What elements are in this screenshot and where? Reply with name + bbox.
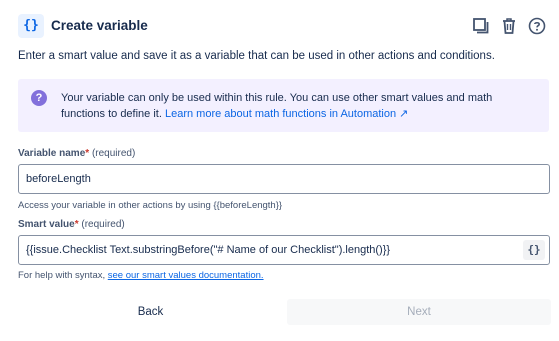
help-icon[interactable] — [526, 14, 548, 38]
next-button[interactable]: Next — [287, 299, 551, 325]
header-actions — [470, 14, 548, 38]
variable-name-input[interactable]: beforeLength — [18, 164, 550, 194]
duplicate-icon[interactable] — [470, 14, 492, 38]
smart-values-docs-link[interactable]: see our smart values documentation. — [108, 270, 264, 281]
info-panel: ? Your variable can only be used within … — [18, 79, 549, 132]
required-text: (required) — [91, 148, 136, 159]
dialog-title: Create variable — [51, 18, 148, 33]
smart-value-label-text: Smart value — [18, 219, 75, 230]
required-mark: * — [85, 148, 90, 159]
curly-braces-icon: {} — [18, 14, 44, 38]
info-text: Your variable can only be used within th… — [61, 90, 531, 122]
smart-value-helper: For help with syntax, see our smart valu… — [18, 270, 264, 281]
variable-name-label: Variable name* (required) — [18, 148, 135, 159]
smart-value-value: {{issue.Checklist Text.substringBefore("… — [26, 244, 391, 256]
required-text: (required) — [81, 219, 125, 230]
smart-value-helper-text: For help with syntax, — [18, 270, 106, 281]
required-mark: * — [74, 219, 79, 230]
variable-name-label-text: Variable name — [18, 148, 86, 159]
dialog-header: {} Create variable — [18, 14, 548, 40]
intro-text: Enter a smart value and save it as a var… — [18, 50, 495, 62]
variable-name-value: beforeLength — [26, 173, 91, 185]
question-icon: ? — [31, 90, 47, 106]
math-functions-link[interactable]: Learn more about math functions in Autom… — [165, 108, 408, 120]
smart-value-input[interactable]: {{issue.Checklist Text.substringBefore("… — [18, 235, 550, 265]
back-button[interactable]: Back — [18, 299, 283, 325]
insert-smart-value-button[interactable]: {} — [523, 240, 545, 260]
trash-icon[interactable] — [498, 14, 520, 38]
variable-name-helper: Access your variable in other actions by… — [18, 200, 283, 211]
smart-value-label: Smart value* (required) — [18, 219, 125, 230]
